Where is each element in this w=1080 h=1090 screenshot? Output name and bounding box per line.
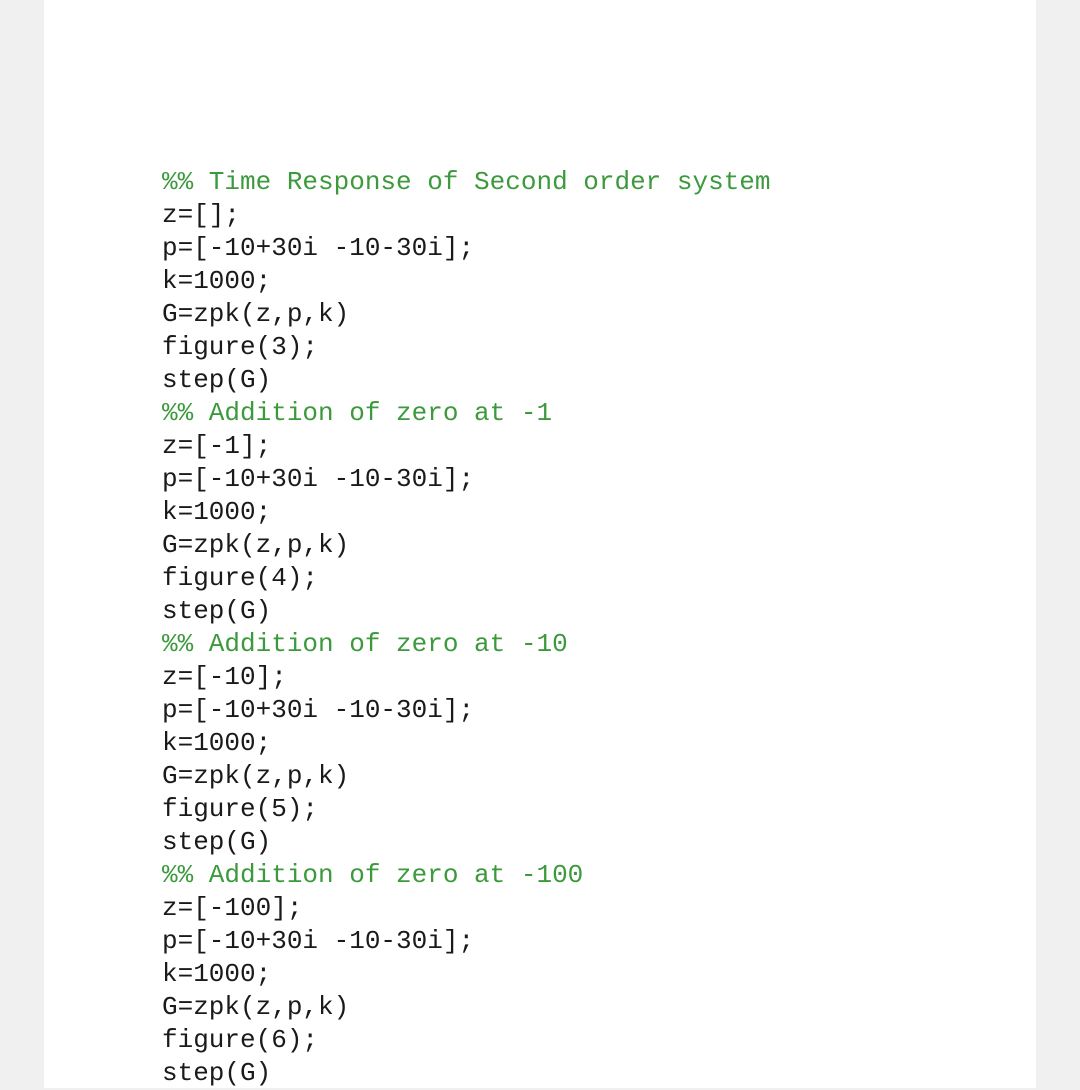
code-line: z=[-100]; [162, 893, 303, 923]
code-line: k=1000; [162, 728, 272, 758]
code-line: k=1000; [162, 266, 272, 296]
code-line: figure(6); [162, 1025, 319, 1055]
code-line: p=[-10+30i -10-30i]; [162, 695, 475, 725]
code-comment-line: %% Addition of zero at -1 [162, 398, 553, 428]
code-line: step(G) [162, 1058, 272, 1088]
code-line: z=[]; [162, 200, 241, 230]
code-line: k=1000; [162, 959, 272, 989]
code-line: step(G) [162, 365, 272, 395]
code-line: G=zpk(z,p,k) [162, 761, 350, 791]
document-page: %% Time Response of Second order system z… [44, 0, 1036, 1088]
code-line: step(G) [162, 827, 272, 857]
code-line: step(G) [162, 596, 272, 626]
code-line: z=[-10]; [162, 662, 287, 692]
code-listing: %% Time Response of Second order system z… [162, 166, 771, 1090]
code-line: z=[-1]; [162, 431, 272, 461]
code-comment-line: %% Time Response of Second order system [162, 167, 771, 197]
code-line: figure(5); [162, 794, 319, 824]
code-line: figure(3); [162, 332, 319, 362]
code-line: figure(4); [162, 563, 319, 593]
code-line: G=zpk(z,p,k) [162, 299, 350, 329]
code-line: G=zpk(z,p,k) [162, 530, 350, 560]
code-line: p=[-10+30i -10-30i]; [162, 926, 475, 956]
code-comment-line: %% Addition of zero at -100 [162, 860, 584, 890]
code-line: p=[-10+30i -10-30i]; [162, 464, 475, 494]
code-comment-line: %% Addition of zero at -10 [162, 629, 568, 659]
code-line: p=[-10+30i -10-30i]; [162, 233, 475, 263]
code-line: k=1000; [162, 497, 272, 527]
code-line: G=zpk(z,p,k) [162, 992, 350, 1022]
